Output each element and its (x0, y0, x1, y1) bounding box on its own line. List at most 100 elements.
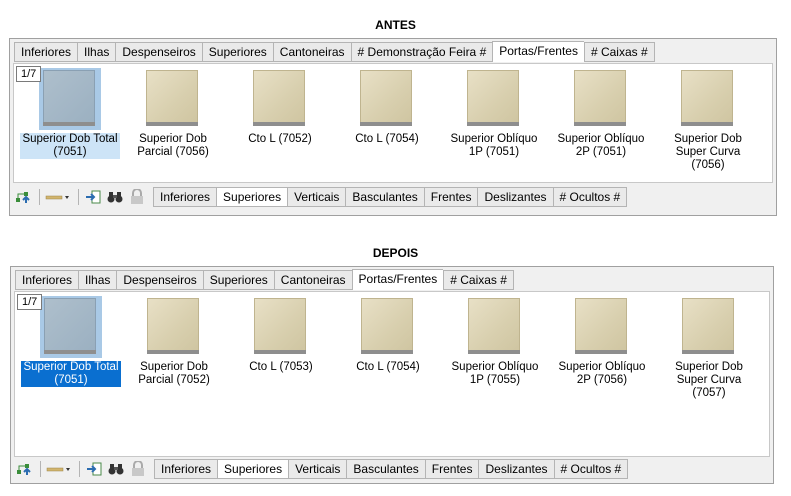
binoculars-icon[interactable] (105, 188, 125, 206)
catalog-item-label: Cto L (7054) (356, 361, 420, 373)
cabinet-thumbnail (463, 68, 525, 130)
cabinet-base (44, 350, 96, 354)
cabinet-thumbnail (39, 68, 101, 130)
catalog-item[interactable]: Cto L (7052) (227, 68, 333, 146)
catalog-item[interactable]: Cto L (7054) (335, 296, 441, 374)
subtab-verticais[interactable]: Verticais (288, 187, 347, 207)
tab-ilhas[interactable]: Ilhas (77, 42, 116, 62)
cabinet-base (254, 350, 306, 354)
bottom-toolbar-before: Inferiores Superiores Verticais Basculantes… (13, 186, 628, 208)
tab-portas-frentes[interactable]: Portas/Frentes (351, 269, 444, 290)
cabinet-door-face (574, 70, 626, 124)
subtab-frentes[interactable]: Frentes (424, 187, 479, 207)
bottom-toolbar-after: Inferiores Superiores Verticais Basculantes… (14, 458, 629, 480)
tab-demonstra-o-feira[interactable]: # Demonstração Feira # (350, 42, 493, 62)
cabinet-thumbnail (464, 296, 526, 358)
cabinet-door-face (468, 298, 520, 352)
cabinet-thumbnail (571, 296, 633, 358)
cabinet-door-face (682, 298, 734, 352)
cabinet-door-face (43, 70, 95, 124)
cabinet-thumbnail (249, 68, 311, 130)
catalog-item[interactable]: Superior Dob Super Curva (7056) (655, 68, 761, 172)
tab-caixas[interactable]: # Caixas # (583, 42, 655, 62)
tab-ilhas[interactable]: Ilhas (78, 270, 117, 290)
cabinet-door-face (467, 70, 519, 124)
tab-cantoneiras[interactable]: Cantoneiras (272, 42, 351, 62)
subtab-inferiores[interactable]: Inferiores (154, 459, 219, 479)
binoculars-icon[interactable] (106, 460, 126, 478)
catalog-item-label: Superior Oblíquo 2P (7051) (557, 133, 645, 158)
subtab-basculantes[interactable]: Basculantes (347, 459, 426, 479)
lock-icon[interactable] (127, 188, 147, 206)
category-tabs-before: Inferiores Ilhas Despenseiros Superiores Can… (14, 41, 655, 62)
tab-superiores[interactable]: Superiores (201, 42, 273, 62)
subtab-ocultos[interactable]: # Ocultos # (554, 459, 629, 479)
tab-cantoneiras[interactable]: Cantoneiras (273, 270, 352, 290)
cabinet-base (146, 122, 198, 126)
catalog-item[interactable]: Superior Oblíquo 1P (7051) (441, 68, 547, 159)
tab-despenseiros[interactable]: Despenseiros (115, 42, 202, 62)
page-indicator: 1/7 (17, 294, 43, 310)
cabinet-thumbnail (357, 296, 419, 358)
catalog-item[interactable]: Cto L (7054) (334, 68, 440, 146)
import-icon[interactable] (84, 460, 104, 478)
subtab-deslizantes[interactable]: Deslizantes (478, 187, 554, 207)
subtab-verticais[interactable]: Verticais (289, 459, 348, 479)
catalog-item[interactable]: Superior Oblíquo 1P (7055) (442, 296, 548, 387)
tab-inferiores[interactable]: Inferiores (15, 270, 79, 290)
catalog-item[interactable]: Superior Oblíquo 2P (7051) (548, 68, 654, 159)
cabinet-thumbnail (142, 68, 204, 130)
cabinet-thumbnail (250, 296, 312, 358)
import-icon[interactable] (83, 188, 103, 206)
catalog-item-label: Superior Dob Super Curva (7056) (674, 133, 742, 171)
tab-superiores[interactable]: Superiores (202, 270, 274, 290)
tab-portas-frentes[interactable]: Portas/Frentes (492, 41, 584, 62)
catalog-item[interactable]: Cto L (7053) (228, 296, 334, 374)
tab-caixas[interactable]: # Caixas # (443, 270, 514, 290)
page-indicator: 1/7 (16, 66, 42, 82)
catalog-item[interactable]: Superior Oblíquo 2P (7056) (549, 296, 655, 387)
catalog-item-label: Superior Dob Parcial (7056) (137, 133, 209, 158)
cabinet-base (360, 122, 412, 126)
cabinet-base (574, 122, 626, 126)
tab-inferiores[interactable]: Inferiores (14, 42, 78, 62)
cabinet-thumbnail (40, 296, 102, 358)
line-style-icon[interactable] (44, 188, 72, 206)
catalog-item-label: Superior Oblíquo 1P (7055) (451, 361, 539, 386)
cabinet-base (682, 350, 734, 354)
tree-up-icon[interactable] (14, 460, 34, 478)
section-title-after: DEPOIS (372, 246, 419, 260)
cabinet-thumbnail (678, 296, 740, 358)
lock-icon[interactable] (128, 460, 148, 478)
subtab-superiores[interactable]: Superiores (217, 187, 289, 207)
cabinet-door-face (253, 70, 305, 124)
catalog-item[interactable]: Superior Dob Parcial (7056) (120, 68, 226, 159)
cabinet-base (253, 122, 305, 126)
catalog-item-label: Superior Dob Super Curva (7057) (675, 361, 743, 399)
subtab-ocultos[interactable]: # Ocultos # (553, 187, 628, 207)
section-title-before: ANTES (375, 18, 416, 32)
catalog-item[interactable]: Superior Dob Parcial (7052) (121, 296, 227, 387)
cabinet-base (575, 350, 627, 354)
catalog-item-label: Cto L (7054) (355, 133, 419, 145)
tab-despenseiros[interactable]: Despenseiros (116, 270, 203, 290)
cabinet-door-face (361, 298, 413, 352)
cabinet-door-face (147, 298, 199, 352)
catalog-item-label: Superior Oblíquo 1P (7051) (450, 133, 538, 158)
catalog-item-label: Cto L (7052) (248, 133, 312, 145)
subtab-superiores[interactable]: Superiores (218, 459, 290, 479)
catalog-panel-before: Inferiores Ilhas Despenseiros Superiores Can… (9, 38, 777, 216)
tree-up-icon[interactable] (13, 188, 33, 206)
subtab-deslizantes[interactable]: Deslizantes (479, 459, 555, 479)
line-style-icon[interactable] (45, 460, 73, 478)
subtab-inferiores[interactable]: Inferiores (153, 187, 218, 207)
subtab-frentes[interactable]: Frentes (425, 459, 480, 479)
toolbar-separator (78, 189, 79, 205)
cabinet-base (681, 122, 733, 126)
subtab-basculantes[interactable]: Basculantes (346, 187, 425, 207)
catalog-item[interactable]: Superior Dob Super Curva (7057) (656, 296, 762, 400)
category-tabs-after: Inferiores Ilhas Despenseiros Superiores Can… (15, 269, 514, 290)
cabinet-door-face (575, 298, 627, 352)
catalog-item-label: Cto L (7053) (249, 361, 313, 373)
items-area-after: 1/7 Superior Dob Total (7051) Superior Do… (14, 291, 770, 457)
